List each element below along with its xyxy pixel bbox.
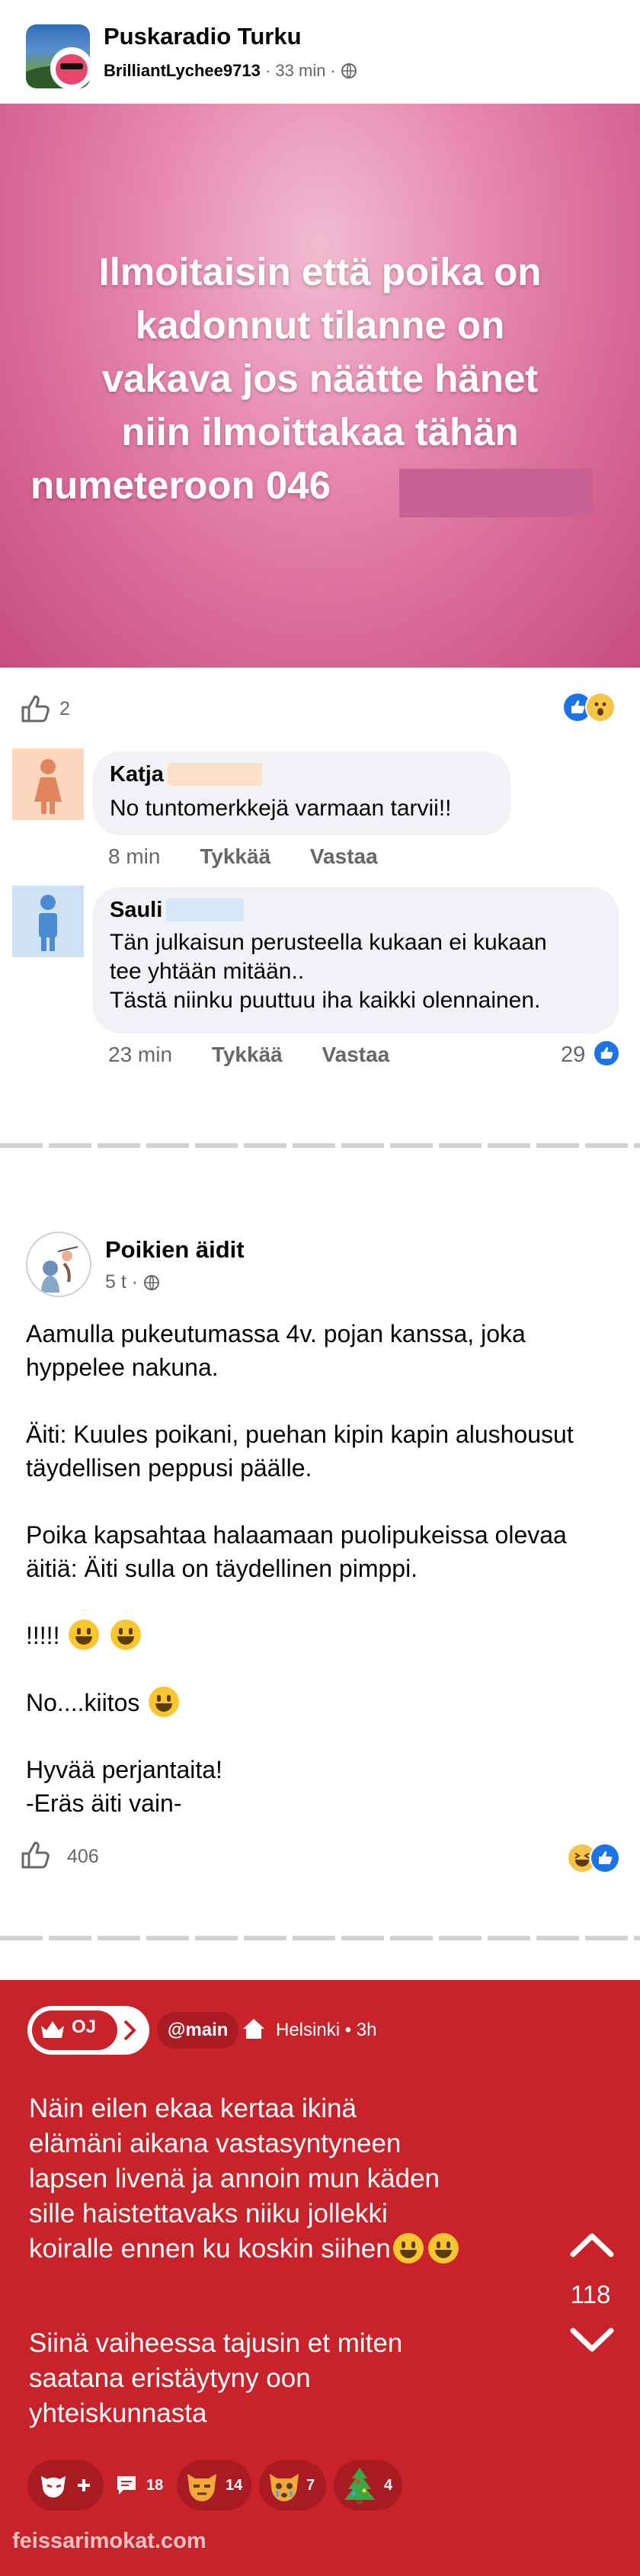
page-avatar[interactable] bbox=[26, 1232, 91, 1297]
op-badge[interactable]: OJ bbox=[27, 2006, 149, 2055]
reaction-summary[interactable] bbox=[567, 1843, 628, 1873]
crown-icon bbox=[41, 2021, 64, 2038]
thumbs-up-icon[interactable] bbox=[18, 1838, 52, 1872]
comment-time: 8 min bbox=[108, 844, 161, 868]
grinning-emoji-icon bbox=[149, 1687, 180, 1717]
post-paragraph: Hyvää perjantaita! -Eräs äiti vain- bbox=[26, 1756, 222, 1817]
post1-image: Ilmoitaisin että poika on kadonnut tilan… bbox=[0, 104, 640, 668]
thumbs-up-icon[interactable] bbox=[18, 692, 52, 726]
like-count[interactable]: 2 bbox=[59, 698, 70, 720]
comment-actions: 23 min Tykkää Vastaa bbox=[108, 1043, 423, 1067]
comment-author[interactable]: Sauli bbox=[110, 898, 162, 923]
comment-chip[interactable]: 18 bbox=[111, 2460, 177, 2510]
phone-number-censor bbox=[399, 469, 593, 517]
joy-emoji-icon bbox=[427, 2233, 459, 2264]
post-body: Aamulla pukeutumassa 4v. pojan kanssa, j… bbox=[26, 1317, 620, 1820]
comment-icon bbox=[117, 2476, 136, 2494]
comment-count: 18 bbox=[146, 2477, 164, 2494]
comment-reply-button[interactable]: Vastaa bbox=[310, 844, 378, 868]
wow-reaction-icon bbox=[585, 692, 616, 722]
name-redaction bbox=[166, 899, 244, 921]
male-avatar-icon[interactable] bbox=[12, 886, 84, 957]
post-paragraph: !!!!! bbox=[26, 1619, 620, 1652]
comment-like-button[interactable]: Tykkää bbox=[200, 844, 270, 868]
add-reaction-icon bbox=[41, 2476, 90, 2498]
group-name[interactable]: Puskaradio Turku bbox=[104, 23, 302, 50]
reaction-chip[interactable]: 7 bbox=[259, 2460, 326, 2510]
reaction-chip[interactable]: 14 bbox=[177, 2460, 251, 2510]
post-divider bbox=[0, 1143, 640, 1148]
home-icon bbox=[243, 2019, 264, 2039]
comment-text: No tuntomerkkejä varmaan tarvii!! bbox=[110, 796, 452, 821]
comment-time: 23 min bbox=[108, 1043, 173, 1066]
post-meta: 5 t · bbox=[105, 1271, 160, 1293]
add-reaction-button[interactable] bbox=[27, 2460, 104, 2510]
christmas-tree-icon bbox=[344, 2468, 375, 2504]
grinning-emoji-icon bbox=[110, 1620, 142, 1650]
reaction-summary[interactable] bbox=[562, 692, 623, 722]
user-avatar[interactable] bbox=[50, 47, 93, 90]
reaction-chip[interactable]: 4 bbox=[334, 2460, 402, 2510]
cat-face-reaction-icon bbox=[187, 2474, 216, 2501]
vote-count: 118 bbox=[570, 2280, 611, 2308]
joy-emoji-icon bbox=[392, 2233, 424, 2264]
grinning-emoji-icon bbox=[69, 1620, 100, 1650]
comment-author[interactable]: Katja bbox=[110, 762, 164, 787]
post-time: · 33 min · bbox=[264, 61, 336, 80]
post-paragraph: Äiti: Kuules poikani, puehan kipin kapin… bbox=[26, 1421, 574, 1482]
reaction-count: 7 bbox=[306, 2477, 315, 2494]
channel-tag[interactable]: @main bbox=[157, 2012, 239, 2049]
post-time: 5 t · bbox=[105, 1271, 139, 1293]
post-paragraph: Aamulla pukeutumassa 4v. pojan kanssa, j… bbox=[26, 1320, 526, 1381]
post-text: Näin eilen ekaa kertaa ikinä elämäni aik… bbox=[29, 2091, 517, 2267]
female-avatar-icon[interactable] bbox=[12, 748, 84, 820]
watermark: feissarimokat.com bbox=[12, 2529, 206, 2553]
post-divider bbox=[0, 1936, 640, 1940]
post1-header: Puskaradio Turku BrilliantLychee9713 · 3… bbox=[0, 0, 640, 104]
reaction-count: 4 bbox=[384, 2477, 393, 2494]
arrow-down-icon[interactable] bbox=[568, 2326, 616, 2353]
comment-like-button[interactable]: Tykkää bbox=[212, 1043, 283, 1066]
comment-like-count[interactable]: 29 bbox=[561, 1043, 585, 1068]
like-reaction-icon bbox=[593, 1040, 620, 1067]
post-paragraph: Poika kapsahtaa halaamaan puolipukeissa … bbox=[26, 1521, 567, 1582]
comment-text: Tän julkaisun perusteella kukaan ei kuka… bbox=[110, 930, 547, 1013]
jodel-post-card: OJ @main Helsinki • 3h Näin eilen ekaa k… bbox=[0, 1980, 640, 2576]
badge-label: OJ bbox=[72, 2017, 97, 2037]
reaction-count: 14 bbox=[226, 2477, 243, 2494]
name-redaction bbox=[168, 763, 262, 786]
page-name[interactable]: Poikien äidit bbox=[105, 1236, 245, 1264]
like-reaction-icon bbox=[590, 1843, 620, 1873]
post-text: Siinä vaiheessa tajusin et miten saatana… bbox=[29, 2328, 403, 2428]
author-name[interactable]: BrilliantLychee9713 bbox=[104, 61, 261, 80]
post-paragraph: No....kiitos bbox=[26, 1686, 620, 1719]
comment-reply-button[interactable]: Vastaa bbox=[322, 1043, 390, 1066]
comment-actions: 8 min Tykkää Vastaa bbox=[108, 844, 411, 869]
chevron-right-icon bbox=[123, 2020, 136, 2041]
post-location: Helsinki • 3h bbox=[276, 2020, 377, 2040]
globe-icon bbox=[341, 63, 357, 78]
globe-icon bbox=[144, 1275, 160, 1290]
arrow-up-icon[interactable] bbox=[568, 2232, 616, 2259]
crying-cat-reaction-icon bbox=[270, 2474, 299, 2501]
post1-like-row: 2 bbox=[0, 683, 640, 735]
post-meta: BrilliantLychee9713 · 33 min · bbox=[104, 61, 357, 81]
like-count[interactable]: 406 bbox=[67, 1846, 99, 1868]
